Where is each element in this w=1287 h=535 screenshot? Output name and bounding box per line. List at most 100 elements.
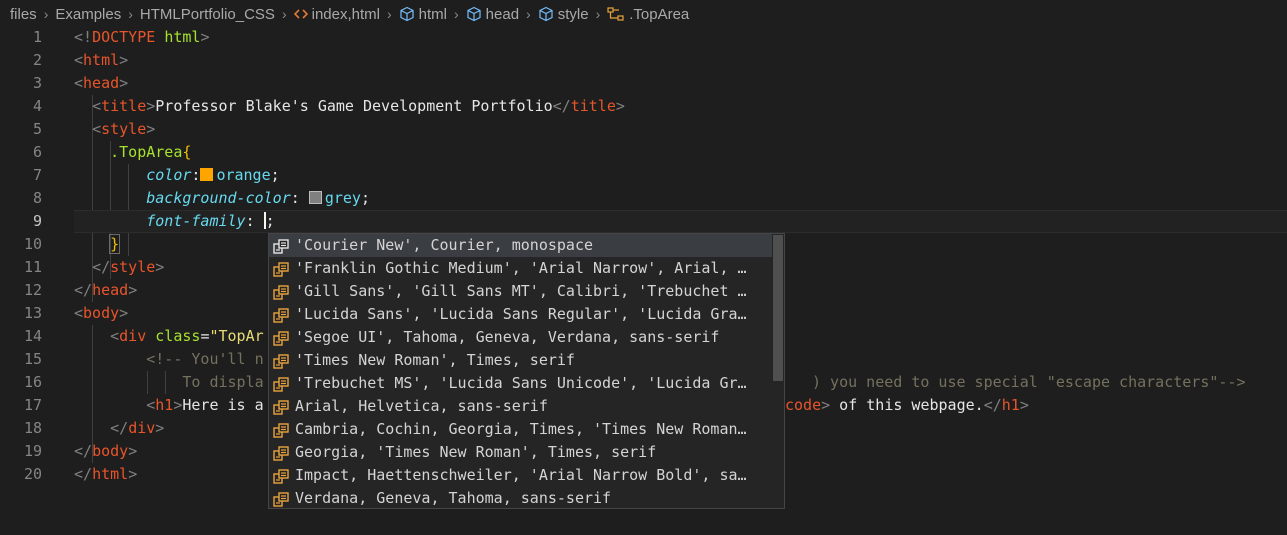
breadcrumb: files › Examples › HTMLPortfolio_CSS › i… [0, 0, 1287, 28]
suggestion-item[interactable]: 'Courier New', Courier, monospace [269, 234, 772, 257]
code-text: </body> [74, 442, 138, 460]
code-text: font-family: ; [146, 212, 275, 230]
suggestion-item[interactable]: 'Segoe UI', Tahoma, Geneva, Verdana, san… [269, 326, 772, 349]
suggestion-label: 'Lucida Sans', 'Lucida Sans Regular', 'L… [295, 305, 747, 323]
code-line: 5 <style> [0, 118, 1287, 141]
code-text: </html> [74, 465, 138, 483]
breadcrumb-item-style[interactable]: style [538, 6, 589, 23]
line-number: 8 [32, 189, 42, 207]
cube-icon [538, 6, 554, 22]
suggestion-label: 'Gill Sans', 'Gill Sans MT', Calibri, 'T… [295, 282, 747, 300]
suggestions-scrollbar[interactable] [773, 235, 783, 381]
suggestion-item[interactable]: Impact, Haettenschweiler, 'Arial Narrow … [269, 464, 772, 487]
suggestion-label: 'Courier New', Courier, monospace [295, 236, 594, 254]
suggestion-item[interactable]: Georgia, 'Times New Roman', Times, serif [269, 441, 772, 464]
code-text-right: code> of this webpage.</h1> [785, 396, 1029, 414]
chevron-right-icon: › [454, 6, 459, 22]
code-line: 7 color: orange; [0, 164, 1287, 187]
code-text: <!DOCTYPE html> [74, 28, 210, 46]
suggestion-label: 'Times New Roman', Times, serif [295, 351, 575, 369]
suggestion-label: Arial, Helvetica, sans-serif [295, 397, 548, 415]
code-line: 6 .TopArea{ [0, 141, 1287, 164]
line-number: 7 [32, 166, 42, 184]
chevron-right-icon: › [386, 6, 392, 22]
suggestion-label: 'Franklin Gothic Medium', 'Arial Narrow'… [295, 259, 747, 277]
code-text: <title>Professor Blake's Game Developmen… [92, 97, 625, 115]
code-text: </head> [74, 281, 138, 299]
code-line: 3 <head> [0, 72, 1287, 95]
line-number: 4 [32, 97, 42, 115]
suggestion-label: 'Segoe UI', Tahoma, Geneva, Verdana, san… [295, 328, 720, 346]
breadcrumb-item-project[interactable]: HTMLPortfolio_CSS [140, 6, 275, 23]
cube-icon [466, 6, 482, 22]
breadcrumb-item-file[interactable]: index,html [293, 5, 380, 23]
code-line: 8 background-color: grey; [0, 187, 1287, 210]
suggestion-label: Impact, Haettenschweiler, 'Arial Narrow … [295, 466, 747, 484]
suggestion-label: Cambria, Cochin, Georgia, Times, 'Times … [295, 420, 747, 438]
suggestion-item[interactable]: Cambria, Cochin, Georgia, Times, 'Times … [269, 418, 772, 441]
line-number: 9 [32, 212, 42, 230]
suggestion-item[interactable]: Arial, Helvetica, sans-serif [269, 395, 772, 418]
code-text: <head> [74, 74, 129, 92]
code-text: background-color: grey; [146, 189, 370, 207]
css-selector-icon [607, 6, 625, 22]
suggestion-item[interactable]: 'Franklin Gothic Medium', 'Arial Narrow'… [269, 257, 772, 280]
breadcrumb-label: Examples [55, 5, 122, 23]
code-text: <html> [74, 51, 129, 69]
chevron-right-icon: › [43, 6, 49, 22]
chevron-right-icon: › [128, 6, 133, 22]
chevron-right-icon: › [526, 6, 531, 22]
line-number: 12 [23, 281, 42, 299]
breadcrumb-label: head [485, 5, 520, 23]
breadcrumb-label: HTMLPortfolio_CSS [139, 5, 275, 23]
html-file-icon [293, 8, 308, 20]
breadcrumb-item-toparea[interactable]: .TopArea [607, 6, 689, 23]
line-number: 19 [23, 442, 42, 460]
code-text: </div> [110, 419, 165, 437]
breadcrumb-item-head[interactable]: head [466, 6, 519, 23]
code-text: } [109, 234, 121, 254]
line-number: 17 [23, 396, 42, 414]
line-number: 18 [23, 419, 42, 437]
breadcrumb-item-html[interactable]: html [399, 6, 447, 23]
code-line-current: 9 font-family: ; [0, 210, 1287, 233]
code-text: color: orange; [146, 166, 280, 184]
code-text-right: ) you need to use special "escape charac… [812, 373, 1246, 391]
suggestion-item[interactable]: 'Trebuchet MS', 'Lucida Sans Unicode', '… [269, 372, 772, 395]
suggestion-label: Georgia, 'Times New Roman', Times, serif [295, 443, 657, 461]
enum-value-icon [273, 491, 289, 508]
cube-icon [399, 6, 415, 22]
line-number: 16 [23, 373, 42, 391]
breadcrumb-label: index,html [311, 5, 380, 23]
code-line: 1 <!DOCTYPE html> [0, 26, 1287, 49]
suggestion-label: 'Trebuchet MS', 'Lucida Sans Unicode', '… [295, 374, 747, 392]
code-text: <body> [74, 304, 129, 322]
line-number: 20 [23, 465, 42, 483]
breadcrumb-item-files[interactable]: files [10, 6, 37, 23]
line-number: 14 [23, 327, 42, 345]
line-number: 11 [23, 258, 42, 276]
color-swatch[interactable] [200, 168, 214, 181]
color-swatch[interactable] [308, 191, 322, 204]
code-text: <!-- You'll n [146, 350, 264, 368]
breadcrumb-label: html [418, 5, 447, 23]
code-line: 2 <html> [0, 49, 1287, 72]
line-number: 2 [32, 51, 42, 69]
suggestion-item[interactable]: 'Lucida Sans', 'Lucida Sans Regular', 'L… [269, 303, 772, 326]
chevron-right-icon: › [595, 6, 601, 22]
chevron-right-icon: › [281, 6, 287, 22]
code-text: To displa [182, 373, 264, 391]
suggestion-item[interactable]: 'Gill Sans', 'Gill Sans MT', Calibri, 'T… [269, 280, 772, 303]
line-number: 1 [32, 28, 42, 46]
breadcrumb-item-examples[interactable]: Examples [55, 6, 121, 23]
suggestion-item[interactable]: Verdana, Geneva, Tahoma, sans-serif [269, 487, 772, 508]
line-number: 6 [32, 143, 42, 161]
line-number: 5 [32, 120, 42, 138]
suggestion-item[interactable]: 'Times New Roman', Times, serif [269, 349, 772, 372]
breadcrumb-label: .TopArea [629, 5, 690, 23]
line-number: 15 [23, 350, 42, 368]
code-text: <div class="TopAr [110, 327, 264, 345]
code-text: </style> [92, 258, 165, 276]
autocomplete-suggestions[interactable]: 'Courier New', Courier, monospace 'Frankl… [268, 233, 785, 509]
breadcrumb-label: style [557, 5, 589, 23]
